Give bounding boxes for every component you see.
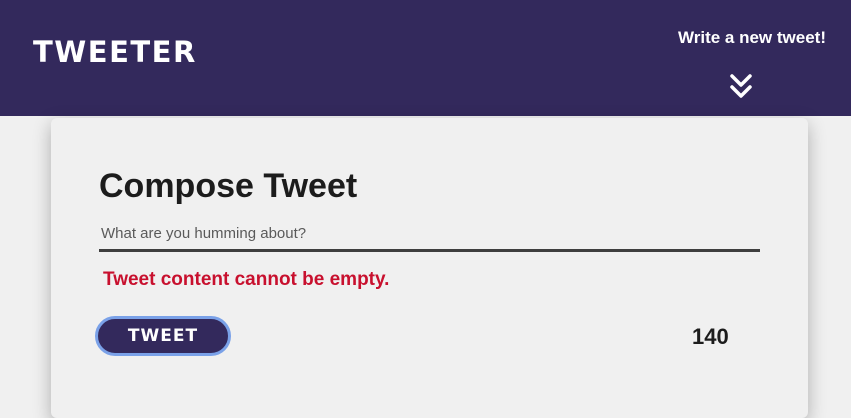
tweet-button[interactable]: TWEET	[95, 316, 231, 356]
brand-logo: TWEETER	[33, 35, 197, 69]
compose-tweet-card: Compose Tweet Tweet content cannot be em…	[51, 118, 808, 418]
write-new-tweet-link[interactable]: Write a new tweet!	[626, 28, 826, 48]
double-chevron-down-icon[interactable]	[729, 73, 753, 101]
navbar: TWEETER Write a new tweet!	[0, 0, 851, 116]
error-message: Tweet content cannot be empty.	[103, 269, 390, 290]
character-counter: 140	[692, 324, 729, 349]
tweet-text-input[interactable]	[99, 218, 760, 252]
nav-compose-area: Write a new tweet!	[626, 28, 826, 48]
compose-title: Compose Tweet	[99, 167, 358, 205]
